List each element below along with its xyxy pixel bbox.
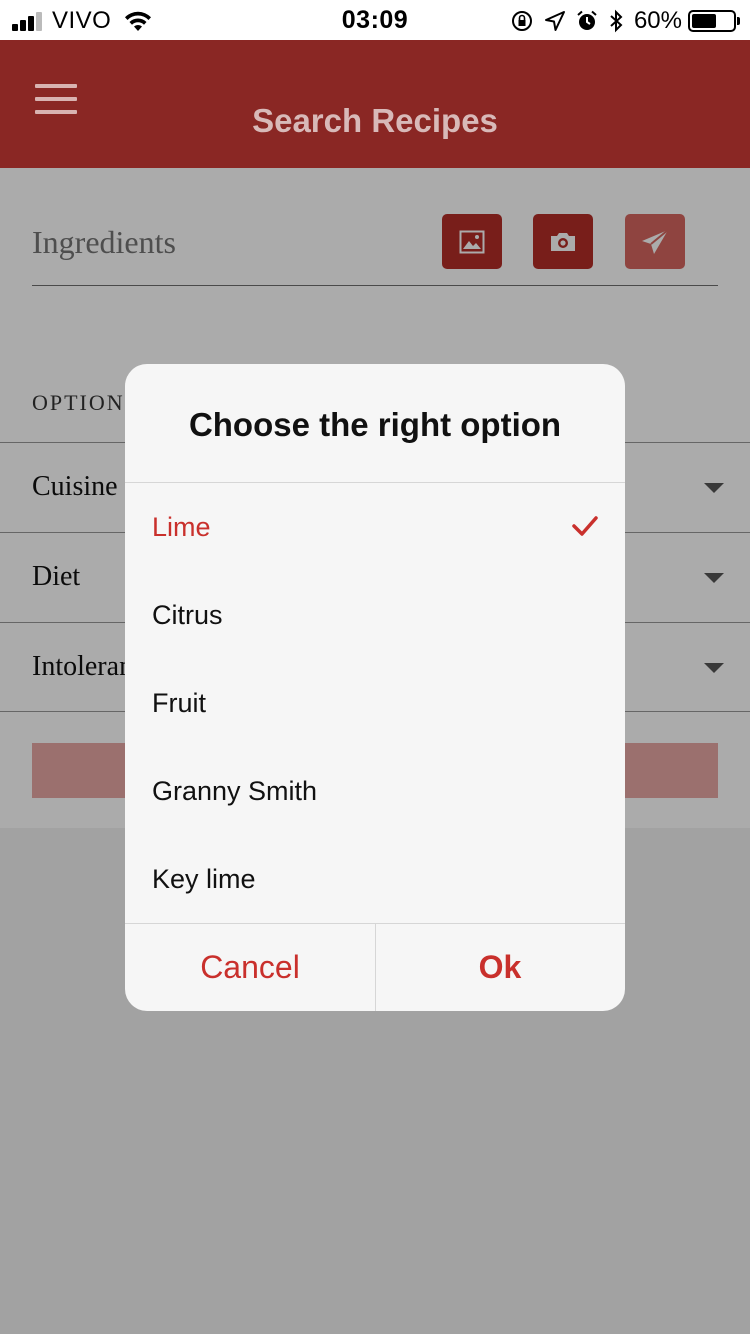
- option-label: Fruit: [152, 688, 206, 718]
- divider: [125, 482, 625, 483]
- battery-icon: [688, 10, 740, 32]
- checkmark-icon: [572, 516, 598, 536]
- alarm-icon: [577, 10, 597, 30]
- option-label: Key lime: [152, 864, 256, 894]
- option-item-fruit[interactable]: Fruit: [125, 660, 625, 748]
- option-label: Citrus: [152, 600, 223, 630]
- option-label: Granny Smith: [152, 776, 318, 806]
- page-title: Search Recipes: [252, 102, 498, 139]
- dialog-title: Choose the right option: [188, 406, 562, 443]
- orientation-lock-icon: [511, 11, 532, 31]
- bluetooth-icon: [610, 9, 623, 33]
- option-item-citrus[interactable]: Citrus: [125, 572, 625, 660]
- location-icon: [544, 11, 565, 31]
- option-item-granny-smith[interactable]: Granny Smith: [125, 748, 625, 836]
- option-label: Lime: [152, 512, 211, 542]
- app-bar: Search Recipes: [0, 40, 750, 168]
- ok-button[interactable]: Ok: [375, 924, 625, 1011]
- option-item-lime[interactable]: Lime: [125, 484, 625, 572]
- battery-percent: 60%: [633, 7, 682, 34]
- status-bar: VIVO 03:09 60%: [0, 0, 750, 40]
- cancel-button[interactable]: Cancel: [125, 924, 375, 1011]
- option-picker-dialog: Choose the right option Lime Citrus Frui…: [125, 364, 625, 1011]
- option-item-key-lime[interactable]: Key lime: [125, 836, 625, 924]
